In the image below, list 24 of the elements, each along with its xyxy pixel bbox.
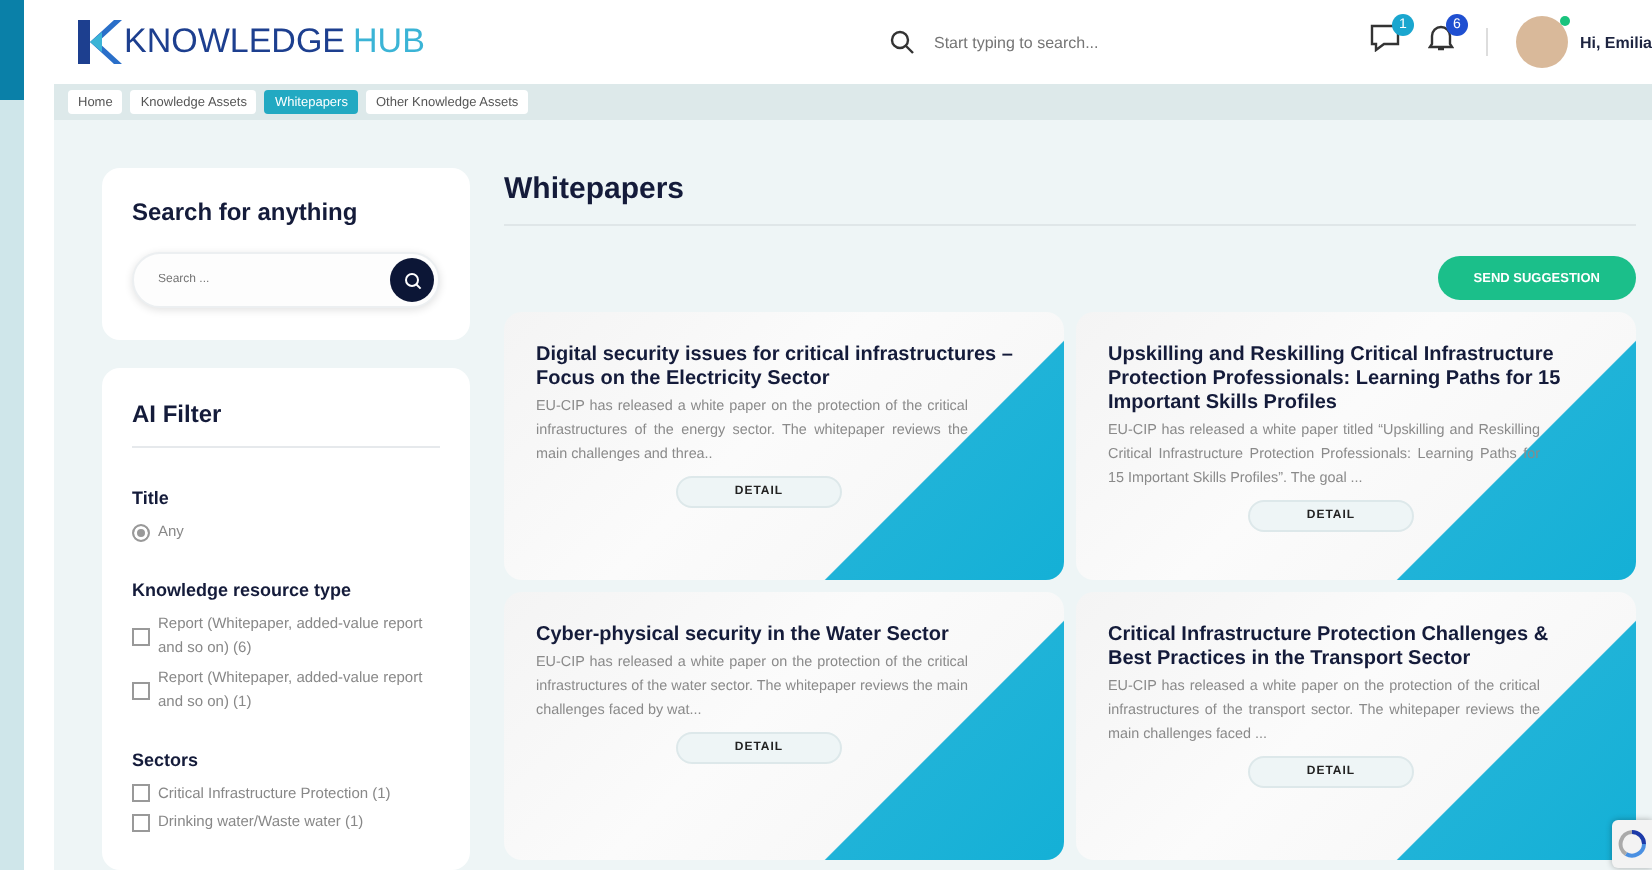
filter-group-title: Title (132, 488, 171, 508)
filter-group-title: Knowledge resource type (132, 579, 354, 599)
recaptcha-icon (1618, 830, 1646, 858)
checkbox[interactable] (132, 681, 150, 699)
card-title: Cyber-physical security in the Water Sector (536, 624, 951, 648)
checkbox[interactable] (132, 627, 150, 645)
radio-button[interactable] (132, 523, 150, 542)
checkbox[interactable] (132, 784, 150, 803)
chat-icon[interactable] (1369, 23, 1400, 51)
logo-text: KNOWLEDGE HUB (124, 22, 425, 62)
card-title: Critical Infrastructure Protection Challenges & Best Practices in the Transport Sector (1108, 624, 1551, 672)
search-panel-title: Search for anything (132, 198, 360, 226)
logo-icon (74, 16, 122, 68)
user-greeting: Hi, Emilia (1579, 33, 1652, 51)
filter-panel-title: AI Filter (132, 400, 224, 428)
avatar[interactable] (1515, 16, 1568, 68)
filter-group-title: Sectors (132, 749, 201, 769)
card-title: Digital security issues for critical infrastructures – Focus on the Electricity Sector (536, 344, 1015, 392)
checkbox[interactable] (132, 813, 150, 832)
card-title: Upskilling and Reskilling Critical Infrastructure Protection Professionals: Learning Paths for 15 Important Skills Profiles (1108, 344, 1563, 416)
bell-icon[interactable] (1427, 23, 1454, 51)
search-icon (403, 271, 421, 289)
page-title: Whitepapers (504, 172, 687, 206)
search-icon[interactable] (889, 30, 914, 54)
